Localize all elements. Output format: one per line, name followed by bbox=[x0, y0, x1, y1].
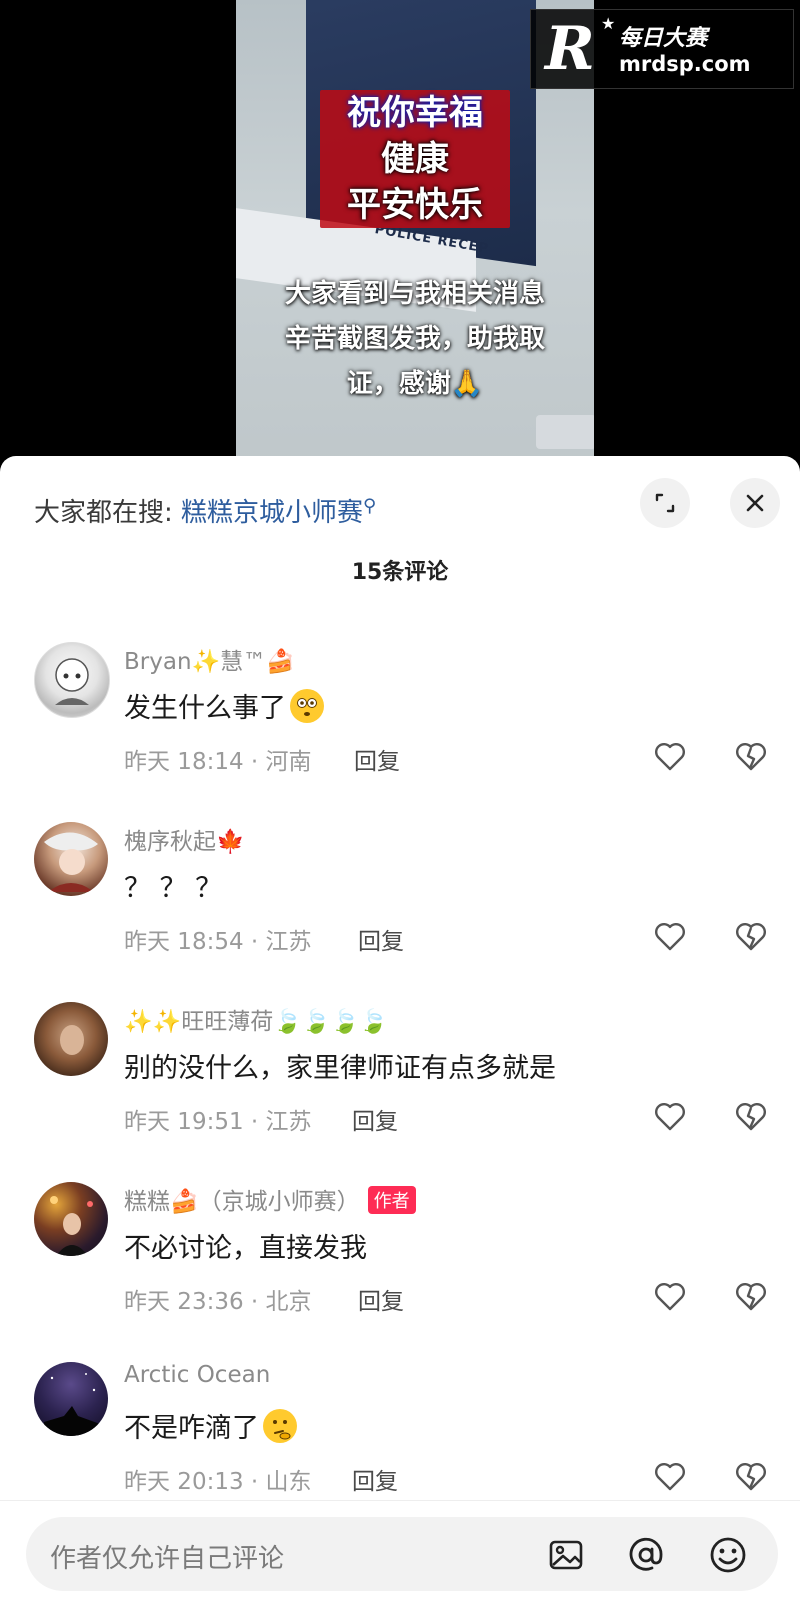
caption-line-2: 辛苦截图发我，助我取 bbox=[284, 324, 545, 354]
expand-icon bbox=[655, 493, 675, 513]
avatar[interactable] bbox=[34, 1362, 108, 1436]
comment-meta: 昨天 18:54 · 江苏 bbox=[124, 929, 312, 955]
search-suggestion[interactable]: 大家都在搜: 糕糕京城小师赛⚲ bbox=[34, 492, 376, 529]
reply-button[interactable]: 回复 bbox=[352, 1462, 398, 1496]
dislike-heart-icon[interactable] bbox=[733, 1098, 769, 1134]
search-suggestion-link[interactable]: 糕糕京城小师赛 bbox=[181, 498, 363, 528]
avatar[interactable] bbox=[34, 1182, 108, 1256]
dislike-heart-icon[interactable] bbox=[733, 738, 769, 774]
comment-text: 不是咋滴了 bbox=[124, 1406, 297, 1445]
comment-item: Bryan✨慧™🍰 发生什么事了 昨天 18:14 · 河南 回复 bbox=[0, 638, 800, 808]
wish-line-1: 祝你幸福 bbox=[347, 93, 483, 133]
police-badge bbox=[536, 415, 594, 449]
dislike-heart-icon[interactable] bbox=[733, 1458, 769, 1494]
comment-text-content: 不是咋滴了 bbox=[124, 1413, 259, 1444]
reply-button[interactable]: 回复 bbox=[352, 1102, 398, 1136]
username-text: 糕糕🍰（京城小师赛） bbox=[124, 1189, 360, 1215]
username[interactable]: 糕糕🍰（京城小师赛） 作者 bbox=[124, 1182, 416, 1216]
comment-meta: 昨天 20:13 · 山东 bbox=[124, 1469, 312, 1495]
watermark-logo: R bbox=[545, 14, 595, 84]
username[interactable]: ✨✨旺旺薄荷🍃🍃🍃🍃 bbox=[124, 1002, 388, 1036]
mention-icon[interactable] bbox=[626, 1535, 666, 1575]
reply-button[interactable]: 回复 bbox=[358, 1282, 404, 1316]
comment-text-content: 发生什么事了 bbox=[124, 693, 286, 724]
avatar[interactable] bbox=[34, 642, 110, 718]
comment-item: 槐序秋起🍁 ？ ？ ？ 昨天 18:54 · 江苏 回复 bbox=[0, 818, 800, 988]
comment-count: 15条评论 bbox=[351, 560, 449, 585]
divider bbox=[0, 1500, 800, 1501]
search-icon: ⚲ bbox=[363, 495, 377, 517]
like-heart-icon[interactable] bbox=[652, 738, 688, 774]
like-heart-icon[interactable] bbox=[652, 1458, 688, 1494]
comment-sheet: 大家都在搜: 糕糕京城小师赛⚲ 15条评论 Bryan✨慧™🍰 发生什么事了 昨… bbox=[0, 456, 800, 1615]
wish-line-3: 平安快乐 bbox=[347, 185, 483, 225]
expand-button[interactable] bbox=[640, 478, 690, 528]
close-button[interactable] bbox=[730, 478, 780, 528]
dislike-heart-icon[interactable] bbox=[733, 918, 769, 954]
flushed-face-icon bbox=[290, 689, 324, 723]
caption-line-1: 大家看到与我相关消息 bbox=[284, 279, 545, 309]
avatar[interactable] bbox=[34, 1002, 108, 1076]
close-icon bbox=[746, 494, 764, 512]
comment-text: 发生什么事了 bbox=[124, 686, 324, 725]
author-badge: 作者 bbox=[367, 1186, 416, 1214]
video-caption: 大家看到与我相关消息 辛苦截图发我，助我取 证，感谢🙏 bbox=[236, 272, 594, 407]
watermark-title: 每日大赛 bbox=[619, 26, 708, 51]
like-heart-icon[interactable] bbox=[652, 1098, 688, 1134]
comment-item: Arctic Ocean 不是咋滴了 昨天 20:13 · 山东 回复 bbox=[0, 1358, 800, 1528]
avatar[interactable] bbox=[34, 822, 108, 896]
like-heart-icon[interactable] bbox=[652, 1278, 688, 1314]
wish-line-2: 健康 bbox=[381, 139, 449, 179]
dislike-heart-icon[interactable] bbox=[733, 1278, 769, 1314]
username[interactable]: 槐序秋起🍁 bbox=[124, 822, 245, 856]
comment-text: ？ ？ ？ bbox=[124, 873, 223, 904]
comment-meta: 昨天 19:51 · 江苏 bbox=[124, 1109, 312, 1135]
comment-text: 不必讨论，直接发我 bbox=[124, 1233, 367, 1264]
watermark-url: mrdsp.com bbox=[619, 52, 751, 76]
search-suggestion-prefix: 大家都在搜: bbox=[34, 498, 173, 528]
comment-meta: 昨天 18:14 · 河南 bbox=[124, 749, 312, 775]
emoji-icon[interactable] bbox=[708, 1535, 748, 1575]
star-icon: ★ bbox=[601, 14, 616, 33]
comment-input-bar[interactable]: 作者仅允许自己评论 bbox=[26, 1517, 778, 1591]
comment-item: 糕糕🍰（京城小师赛） 作者 不必讨论，直接发我 昨天 23:36 · 北京 回复 bbox=[0, 1178, 800, 1348]
comment-meta: 昨天 23:36 · 北京 bbox=[124, 1289, 312, 1315]
wish-overlay: 祝你幸福 健康 平安快乐 bbox=[320, 90, 510, 228]
reply-button[interactable]: 回复 bbox=[354, 742, 400, 776]
caption-line-3: 证，感谢🙏 bbox=[346, 369, 484, 399]
comment-text: 别的没什么，家里律师证有点多就是 bbox=[124, 1053, 556, 1084]
like-heart-icon[interactable] bbox=[652, 918, 688, 954]
image-icon[interactable] bbox=[546, 1535, 586, 1575]
username[interactable]: Arctic Ocean bbox=[124, 1362, 270, 1388]
username[interactable]: Bryan✨慧™🍰 bbox=[124, 642, 295, 676]
video-player[interactable]: POLICE RECEP 祝你幸福 健康 平安快乐 大家看到与我相关消息 辛苦截… bbox=[0, 0, 800, 470]
watermark: R ★ 每日大赛 mrdsp.com bbox=[530, 9, 794, 89]
comment-input-placeholder: 作者仅允许自己评论 bbox=[50, 1544, 285, 1574]
comment-item: ✨✨旺旺薄荷🍃🍃🍃🍃 别的没什么，家里律师证有点多就是 昨天 19:51 · 江… bbox=[0, 998, 800, 1168]
reply-button[interactable]: 回复 bbox=[358, 922, 404, 956]
thinking-face-icon bbox=[263, 1409, 297, 1443]
